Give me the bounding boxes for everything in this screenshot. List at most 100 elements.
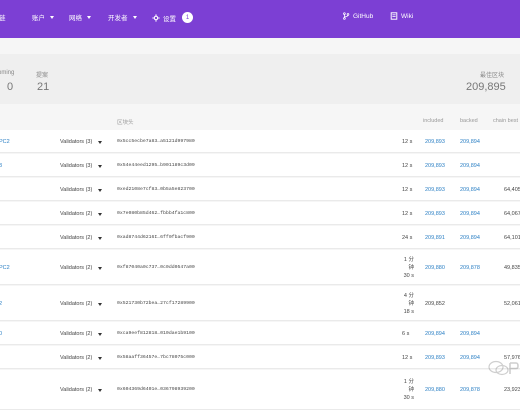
- included-block[interactable]: 209,891: [425, 235, 445, 241]
- age-part: 1 分: [403, 257, 414, 263]
- parachain-name[interactable]: 0: [0, 331, 2, 337]
- block-hash: 0x7e080b85d462…fbbb4fa1c800: [117, 211, 195, 216]
- nav-github-label: GitHub: [353, 12, 374, 20]
- included-block[interactable]: 209,880: [425, 387, 445, 393]
- chevron-down-icon: [98, 332, 103, 336]
- block-age: 12 s: [402, 355, 413, 361]
- wechat-watermark-icon: [488, 360, 519, 376]
- validators-dropdown[interactable]: Validators (2): [60, 301, 103, 307]
- chevron-down-icon: [98, 302, 103, 306]
- parachain-name[interactable]: PC2: [0, 265, 10, 271]
- validators-dropdown[interactable]: Validators (3): [60, 139, 103, 145]
- validators-label: Validators (2): [60, 355, 93, 361]
- backed-block[interactable]: 209,894: [460, 355, 480, 361]
- table-header: 区块头 included backed chain best: [0, 112, 520, 130]
- block-age: 12 s: [402, 139, 413, 145]
- backed-block[interactable]: 209,878: [460, 265, 480, 271]
- included-block[interactable]: 209,880: [425, 265, 445, 271]
- included-block[interactable]: 209,893: [425, 139, 445, 145]
- block-age: 12 s: [402, 187, 413, 193]
- chain-best-block: 49,835: [504, 265, 520, 271]
- nav-settings[interactable]: 设置 1: [152, 12, 193, 23]
- chevron-down-icon: [98, 388, 103, 392]
- block-hash: 0x521730b72bea…27cf17289900: [117, 301, 195, 306]
- table-row: 3 Validators (3) 0x54e44eed1295…b901189c3d…: [0, 154, 520, 177]
- table-row: Validators (3) 0xed2108e7cf83…0b5a5e82370…: [0, 178, 520, 201]
- validators-dropdown[interactable]: Validators (3): [60, 187, 103, 193]
- backed-block[interactable]: 209,894: [460, 139, 480, 145]
- latest-block-label: 最佳区块: [480, 73, 505, 79]
- chevron-down-icon: [98, 212, 103, 216]
- block-hash: 0x604369d6401e…036798939200: [117, 387, 195, 392]
- parachain-name[interactable]: 2: [0, 301, 2, 307]
- included-block[interactable]: 209,893: [425, 163, 445, 169]
- included-block[interactable]: 209,893: [425, 187, 445, 193]
- chevron-down-icon: [98, 356, 103, 360]
- included-block[interactable]: 209,893: [425, 355, 445, 361]
- validators-dropdown[interactable]: Validators (2): [60, 211, 103, 217]
- validators-label: Validators (2): [60, 301, 93, 307]
- nav-accounts[interactable]: 账户: [32, 12, 54, 22]
- block-hash: 0xad8744d6216I…6ff0fbacf900: [117, 235, 195, 240]
- gear-icon: [152, 13, 160, 22]
- block-hash: 0x5cc5ecbe7a83…a5121d997980: [117, 139, 195, 144]
- chevron-down-icon: [98, 140, 103, 144]
- chevron-down-icon: [50, 15, 54, 19]
- block-hash: 0xed2108e7cf83…0b5a5e823700: [117, 187, 195, 192]
- backed-block[interactable]: 209,894: [460, 235, 480, 241]
- validators-label: Validators (3): [60, 187, 93, 193]
- proposed-label: 提案: [36, 73, 49, 79]
- validators-label: Validators (2): [60, 265, 93, 271]
- age-part: 钟: [408, 265, 414, 271]
- chain-best-block: 64,067: [504, 211, 520, 217]
- brand-fragment[interactable]: 链: [0, 12, 6, 22]
- proposed-value: 21: [37, 81, 50, 93]
- chevron-down-icon: [87, 15, 91, 19]
- backed-block[interactable]: 209,894: [460, 187, 480, 193]
- age-part: 30 s: [403, 395, 414, 401]
- chain-best-block: 64,101: [504, 235, 520, 241]
- included-block[interactable]: 209,852: [425, 301, 445, 307]
- upcoming-value: 0: [7, 81, 14, 93]
- block-age: 24 s: [402, 235, 413, 241]
- nav-developer-label: 开发者: [108, 15, 128, 22]
- backed-block[interactable]: 209,894: [460, 211, 480, 217]
- nav-wiki[interactable]: Wiki: [390, 12, 413, 20]
- parachain-name[interactable]: PC2: [0, 139, 10, 145]
- validators-dropdown[interactable]: Validators (3): [60, 163, 103, 169]
- parachain-name[interactable]: 3: [0, 163, 2, 169]
- age-part: 4 分: [403, 293, 414, 299]
- included-block[interactable]: 209,894: [425, 331, 445, 337]
- nav-network[interactable]: 网络: [69, 12, 91, 22]
- block-age: 12 s: [402, 163, 413, 169]
- table-row: Validators (2) 0x604369d6401e…03679893920…: [0, 370, 520, 410]
- age-part: 1 分: [403, 379, 414, 385]
- header-backed: backed: [460, 118, 478, 124]
- header-block-hash: 区块头: [117, 120, 134, 126]
- validators-dropdown[interactable]: Validators (2): [60, 265, 103, 271]
- backed-block[interactable]: 209,894: [460, 331, 480, 337]
- backed-block[interactable]: 209,878: [460, 387, 480, 393]
- settings-badge: 1: [182, 12, 193, 23]
- backed-block[interactable]: 209,894: [460, 163, 480, 169]
- nav-github[interactable]: GitHub: [342, 12, 373, 20]
- validators-dropdown[interactable]: Validators (2): [60, 387, 103, 393]
- validators-dropdown[interactable]: Validators (2): [60, 331, 103, 337]
- validators-label: Validators (2): [60, 235, 93, 241]
- block-age: 1 分钟 30 s: [398, 378, 414, 402]
- latest-block-value: 209,895: [466, 81, 506, 93]
- validators-dropdown[interactable]: Validators (2): [60, 355, 103, 361]
- included-block[interactable]: 209,893: [425, 211, 445, 217]
- validators-label: Validators (2): [60, 211, 93, 217]
- chevron-down-icon: [98, 266, 103, 270]
- table-row: 2 Validators (2) 0x521730b72bea…27cf172899…: [0, 286, 520, 321]
- table-row: PC2 Validators (3) 0x5cc5ecbe7a83…a5121d99…: [0, 130, 520, 153]
- validators-dropdown[interactable]: Validators (2): [60, 235, 103, 241]
- nav-settings-label: 设置: [163, 15, 176, 23]
- top-nav: 链 账户 网络 开发者 设置 1 GitHub Wiki: [0, 0, 520, 38]
- table-row: Validators (2) 0x58aaff36457e…7bc78075c00…: [0, 346, 520, 369]
- block-age: 12 s: [402, 211, 413, 217]
- block-hash: 0x54e44eed1295…b901189c3d09: [117, 163, 195, 168]
- nav-developer[interactable]: 开发者: [108, 12, 137, 22]
- code-branch-icon: [342, 12, 350, 20]
